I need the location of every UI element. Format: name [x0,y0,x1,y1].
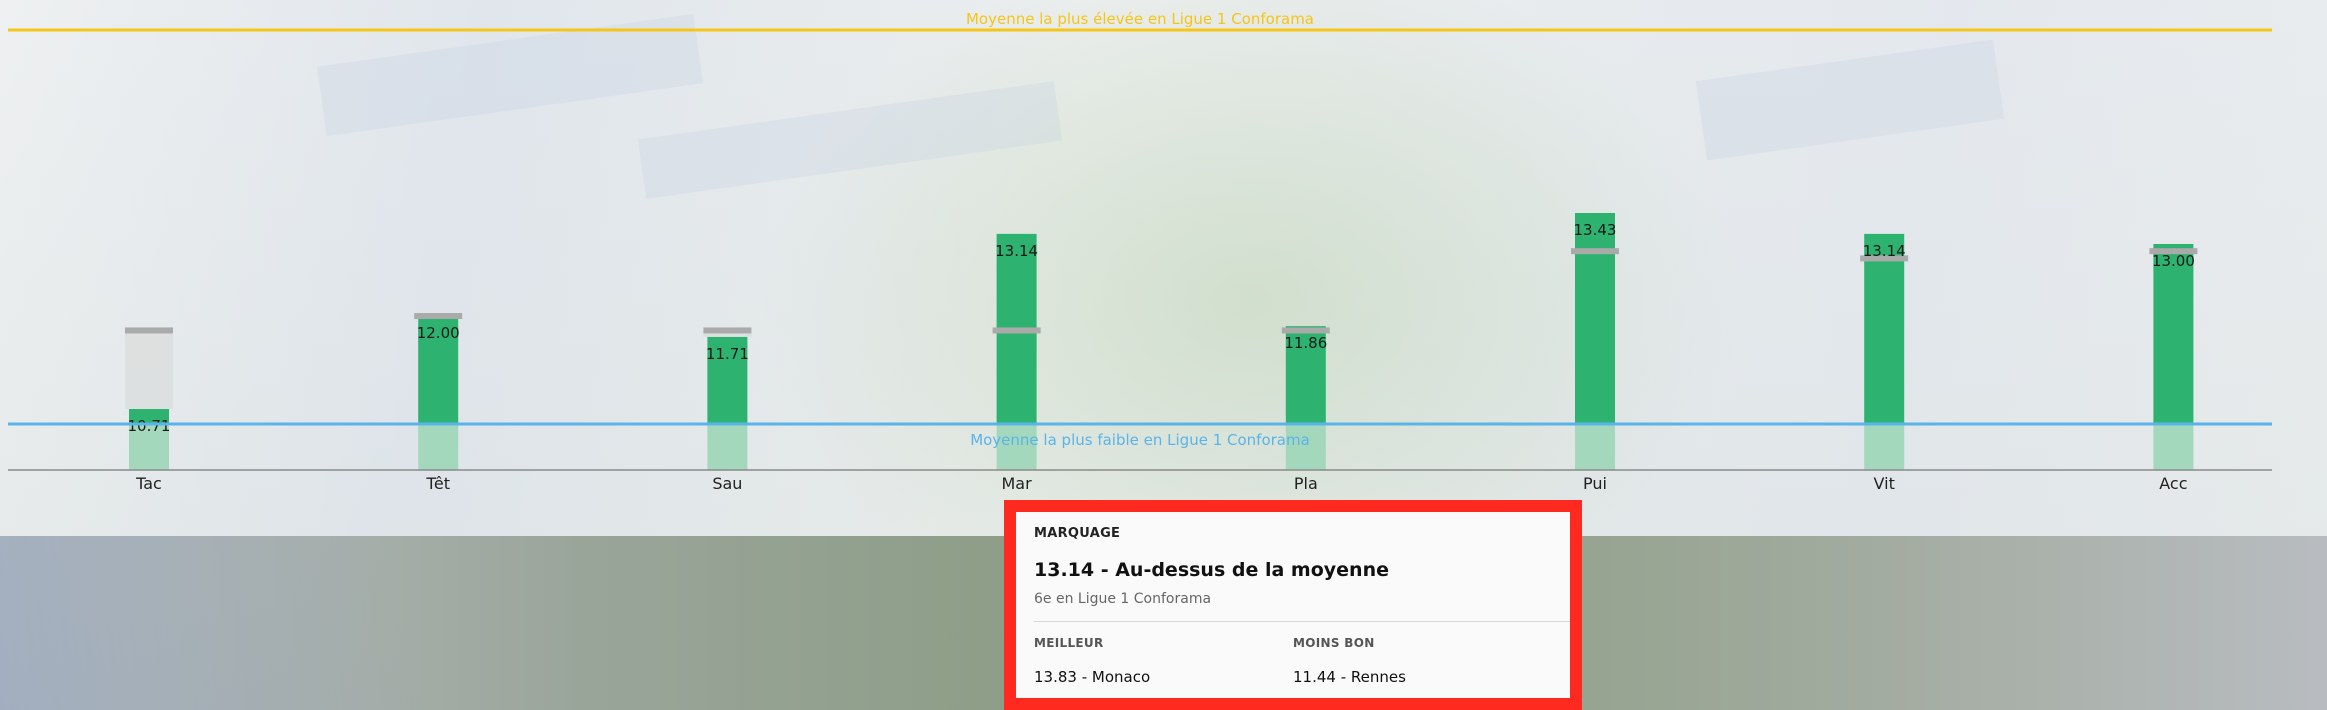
value-label: 11.71 [706,345,749,363]
average-marker [414,313,463,320]
tooltip-attribute-name: MARQUAGE [1034,526,1121,541]
category-label: Pla [1294,474,1318,493]
value-label: 11.86 [1284,334,1327,352]
average-shadow-column [125,330,173,409]
bar [2153,243,2194,424]
min-average-label: Moyenne la plus faible en Ligue 1 Confor… [970,431,1310,449]
category-label: Pui [1583,474,1607,493]
average-marker [1571,248,1619,255]
tooltip-rank: 6e en Ligue 1 Conforama [1034,591,1212,607]
tooltip-best-value: 13.83 - Monaco [1034,668,1151,686]
tooltip-value: 13.14 - Au-dessus de la moyenne [1034,559,1389,581]
category-label: Tac [135,474,162,493]
value-label: 13.43 [1574,221,1617,239]
bar-lower [1575,424,1615,470]
category-label: Têt [425,474,450,493]
value-label: 13.14 [995,242,1038,260]
tooltip-best-label: MEILLEUR [1034,636,1104,650]
average-marker [703,327,752,334]
value-label: 12.00 [417,324,460,342]
value-label: 13.14 [1863,242,1906,260]
tooltip-worst-value: 11.44 - Rennes [1293,668,1406,686]
value-label: 10.71 [128,417,171,435]
average-marker [992,327,1041,334]
bar-lower [418,424,459,470]
max-average-label: Moyenne la plus élevée en Ligue 1 Confor… [966,10,1314,28]
bar-lower [1864,424,1905,470]
bar-lower [707,424,748,470]
attribute-tooltip: MARQUAGE 13.14 - Au-dessus de la moyenne… [1004,500,1582,710]
category-label: Vit [1874,474,1895,493]
category-label: Sau [712,474,742,493]
tooltip-divider [1034,621,1570,622]
tooltip-best-column: MEILLEUR 13.83 - Monaco [1034,636,1293,686]
bar [1864,233,1905,424]
value-label: 13.00 [2152,252,2195,270]
category-label: Mar [1002,474,1033,493]
tooltip-worst-label: MOINS BON [1293,636,1375,650]
tooltip-worst-column: MOINS BON 11.44 - Rennes [1293,636,1552,686]
attribute-chart: Moyenne la plus élevée en Ligue 1 Confor… [8,10,2272,493]
bar [1575,213,1615,424]
average-marker [1281,327,1330,334]
page: Moyenne la plus élevée en Ligue 1 Confor… [0,0,2327,710]
average-marker [125,327,173,334]
category-label: Acc [2159,474,2187,493]
bar-lower [2153,424,2194,470]
